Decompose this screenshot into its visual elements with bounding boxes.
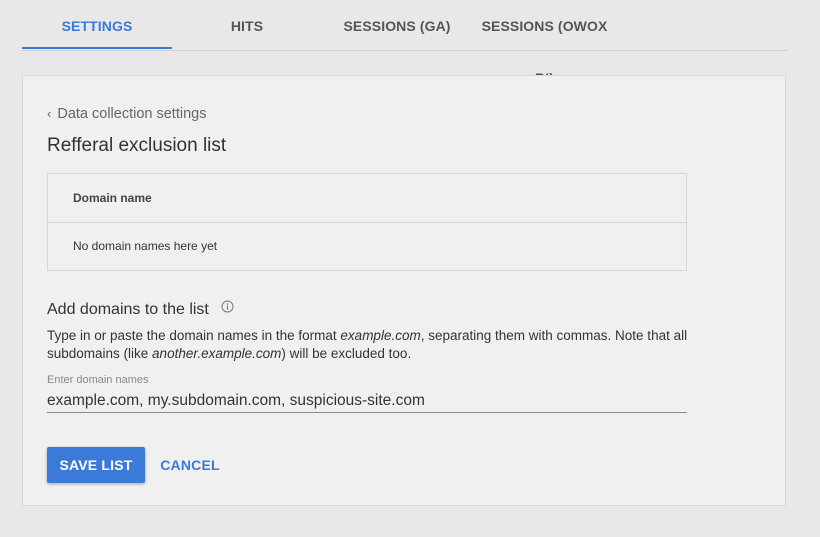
breadcrumb-back-link[interactable]: ‹ Data collection settings (47, 106, 206, 122)
empty-state-row: No domain names here yet (73, 239, 218, 253)
tab-hits[interactable]: HITS (172, 0, 322, 50)
add-domains-heading: Add domains to the list (47, 300, 234, 319)
domain-names-input[interactable] (47, 389, 687, 413)
info-icon[interactable] (221, 300, 234, 318)
column-header-domain-name: Domain name (48, 174, 686, 223)
chevron-left-icon: ‹ (47, 106, 52, 121)
tab-sessions-ga[interactable]: SESSIONS (GA) (322, 0, 472, 50)
tab-bar: SETTINGS HITS SESSIONS (GA) SESSIONS (OW… (22, 0, 788, 86)
page-title: Refferal exclusion list (47, 135, 227, 156)
domain-table: Domain name No domain names here yet (47, 173, 687, 271)
active-tab-indicator (22, 47, 172, 49)
settings-card: ‹ Data collection settings Refferal exclu… (22, 75, 786, 506)
help-text: Type in or paste the domain names in the… (47, 328, 688, 361)
add-domains-heading-text: Add domains to the list (47, 301, 209, 319)
tab-sessions-owox-bi[interactable]: SESSIONS (OWOX BI) (472, 0, 617, 86)
cancel-button[interactable]: CANCEL (153, 447, 227, 483)
domain-input-label: Enter domain names (47, 374, 149, 386)
save-list-button[interactable]: SAVE LIST (47, 447, 145, 483)
breadcrumb-label: Data collection settings (57, 106, 207, 122)
tab-settings[interactable]: SETTINGS (22, 0, 172, 50)
